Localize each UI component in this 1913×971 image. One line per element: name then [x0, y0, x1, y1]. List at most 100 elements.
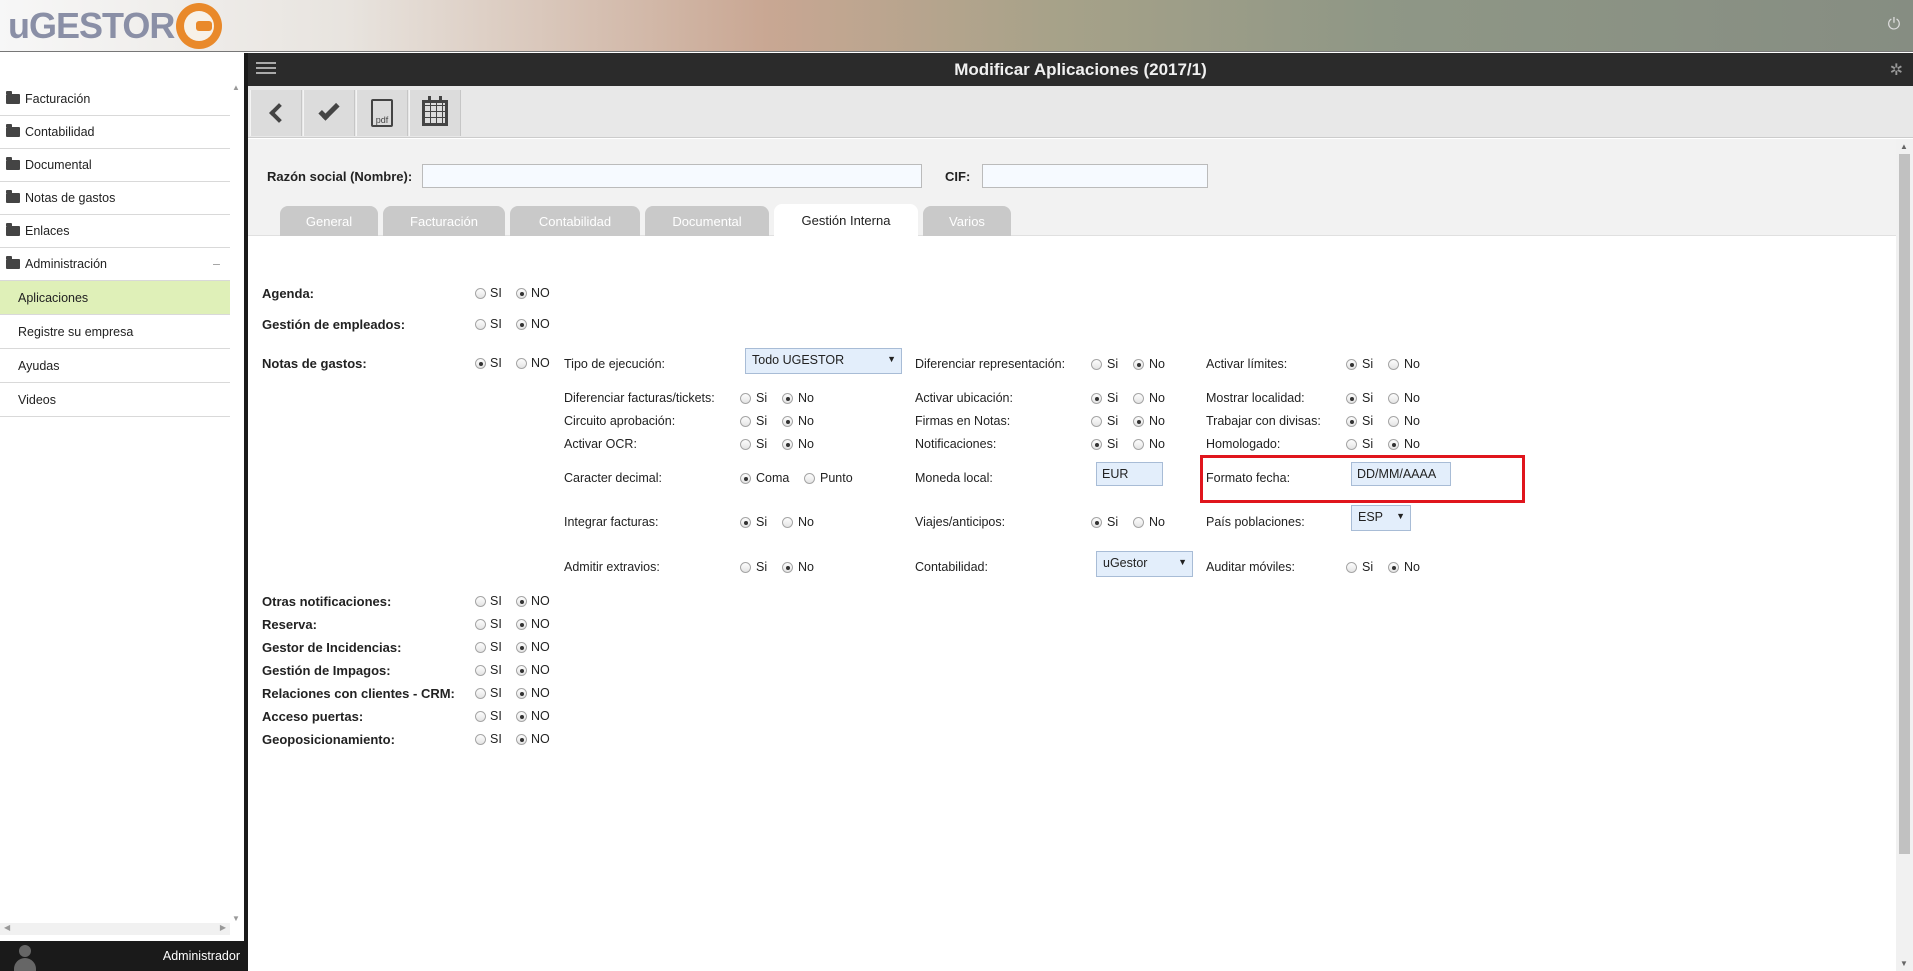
firmas-no-radio[interactable]: [1133, 416, 1144, 427]
collapse-icon[interactable]: –: [213, 257, 220, 271]
integrar-no-radio[interactable]: [782, 517, 793, 528]
ocr-si-radio[interactable]: [740, 439, 751, 450]
dif-facturas-no-radio[interactable]: [782, 393, 793, 404]
scroll-down-icon[interactable]: ▼: [1900, 959, 1908, 968]
incidencias-no-radio[interactable]: [516, 642, 527, 653]
scroll-up-icon[interactable]: ▲: [230, 83, 242, 92]
limites-si-radio[interactable]: [1346, 359, 1357, 370]
tipo-ejecucion-select[interactable]: Todo UGESTOR ▼: [745, 348, 902, 374]
crm-no-radio[interactable]: [516, 688, 527, 699]
puertas-si-radio[interactable]: [475, 711, 486, 722]
save-button[interactable]: [303, 90, 355, 136]
ubicacion-no-radio[interactable]: [1133, 393, 1144, 404]
ubicacion-si-radio[interactable]: [1091, 393, 1102, 404]
tab-contabilidad[interactable]: Contabilidad: [510, 206, 640, 236]
sidebar-horizontal-scrollbar[interactable]: ◀ ▶: [0, 923, 230, 935]
notificaciones-si-radio[interactable]: [1091, 439, 1102, 450]
reserva-si-radio[interactable]: [475, 619, 486, 630]
agenda-si-radio[interactable]: [475, 288, 486, 299]
notas-no-radio[interactable]: [516, 358, 527, 369]
dif-facturas-si-radio[interactable]: [740, 393, 751, 404]
reserva-no-radio[interactable]: [516, 619, 527, 630]
pdf-button[interactable]: pdf: [356, 90, 408, 136]
scrollbar-thumb[interactable]: [1899, 154, 1910, 854]
sidebar-item-documental[interactable]: Documental: [0, 149, 230, 182]
scroll-left-icon[interactable]: ◀: [4, 923, 10, 932]
tab-documental[interactable]: Documental: [645, 206, 769, 236]
sidebar-item-videos[interactable]: Videos: [0, 383, 230, 417]
viajes-no-radio[interactable]: [1133, 517, 1144, 528]
sidebar-item-contabilidad[interactable]: Contabilidad: [0, 116, 230, 149]
geo-si-radio[interactable]: [475, 734, 486, 745]
main-scrollbar[interactable]: ▲ ▼: [1896, 139, 1913, 971]
extravios-si-radio[interactable]: [740, 562, 751, 573]
auditar-si-radio[interactable]: [1346, 562, 1357, 573]
scroll-down-icon[interactable]: ▼: [230, 914, 242, 923]
tab-general[interactable]: General: [280, 206, 378, 236]
divisas-no-radio[interactable]: [1388, 416, 1399, 427]
sidebar-item-registre-su-empresa[interactable]: Registre su empresa: [0, 315, 230, 349]
circuito-si-radio[interactable]: [740, 416, 751, 427]
formato-fecha-input[interactable]: [1351, 462, 1451, 486]
impagos-si-radio[interactable]: [475, 665, 486, 676]
ugestor-logo[interactable]: uGESTOR: [8, 2, 223, 50]
notificaciones-no-radio[interactable]: [1133, 439, 1144, 450]
sidebar-item-notas-de-gastos[interactable]: Notas de gastos: [0, 182, 230, 215]
firmas-si-radio[interactable]: [1091, 416, 1102, 427]
homologado-no-radio[interactable]: [1388, 439, 1399, 450]
firmas-label: Firmas en Notas:: [915, 414, 1011, 428]
sidebar-item-facturacion[interactable]: Facturación: [0, 83, 230, 116]
homologado-si-radio[interactable]: [1346, 439, 1357, 450]
moneda-local-input[interactable]: [1096, 462, 1163, 486]
main-content: Razón social (Nombre): CIF: General Fact…: [248, 139, 1896, 971]
cif-input[interactable]: [982, 164, 1208, 188]
razon-social-input[interactable]: [422, 164, 922, 188]
integrar-si-radio[interactable]: [740, 517, 751, 528]
otras-notif-si-radio[interactable]: [475, 596, 486, 607]
folder-icon: [6, 223, 20, 236]
user-name[interactable]: Administrador: [163, 949, 240, 963]
decimal-coma-radio[interactable]: [740, 473, 751, 484]
impagos-no-radio[interactable]: [516, 665, 527, 676]
agenda-no-radio[interactable]: [516, 288, 527, 299]
dif-repr-si-radio[interactable]: [1091, 359, 1102, 370]
viajes-si-radio[interactable]: [1091, 517, 1102, 528]
otras-notif-no-radio[interactable]: [516, 596, 527, 607]
sidebar-scrollbar[interactable]: ▲ ▼: [230, 83, 242, 923]
limites-no-radio[interactable]: [1388, 359, 1399, 370]
contabilidad-select[interactable]: uGestor ▼: [1096, 551, 1193, 577]
crm-si-label: SI: [490, 686, 502, 700]
avatar[interactable]: [10, 941, 40, 971]
sidebar-item-aplicaciones[interactable]: Aplicaciones: [0, 281, 230, 315]
back-button[interactable]: [250, 90, 302, 136]
extravios-no-radio[interactable]: [782, 562, 793, 573]
circuito-no-radio[interactable]: [782, 416, 793, 427]
sidebar-item-enlaces[interactable]: Enlaces: [0, 215, 230, 248]
settings-icon[interactable]: ✲: [1890, 60, 1903, 80]
scroll-up-icon[interactable]: ▲: [1900, 142, 1908, 151]
tab-facturacion[interactable]: Facturación: [383, 206, 505, 236]
localidad-si-radio[interactable]: [1346, 393, 1357, 404]
crm-si-radio[interactable]: [475, 688, 486, 699]
tab-varios[interactable]: Varios: [923, 206, 1011, 236]
empleados-si-radio[interactable]: [475, 319, 486, 330]
empleados-no-radio[interactable]: [516, 319, 527, 330]
sidebar-item-administracion[interactable]: Administración –: [0, 248, 230, 281]
calendar-button[interactable]: [409, 90, 461, 136]
ocr-no-radio[interactable]: [782, 439, 793, 450]
dif-repr-no-radio[interactable]: [1133, 359, 1144, 370]
localidad-no-radio[interactable]: [1388, 393, 1399, 404]
decimal-punto-radio[interactable]: [804, 473, 815, 484]
auditar-no-radio[interactable]: [1388, 562, 1399, 573]
puertas-no-radio[interactable]: [516, 711, 527, 722]
geo-no-radio[interactable]: [516, 734, 527, 745]
power-icon[interactable]: ⏻: [1885, 16, 1903, 34]
tab-gestion-interna[interactable]: Gestión Interna: [774, 204, 918, 236]
scroll-right-icon[interactable]: ▶: [220, 923, 226, 932]
sidebar-item-ayudas[interactable]: Ayudas: [0, 349, 230, 383]
notas-si-radio[interactable]: [475, 358, 486, 369]
divisas-no-label: No: [1404, 414, 1420, 428]
pais-poblaciones-select[interactable]: ESP ▼: [1351, 505, 1411, 531]
divisas-si-radio[interactable]: [1346, 416, 1357, 427]
incidencias-si-radio[interactable]: [475, 642, 486, 653]
